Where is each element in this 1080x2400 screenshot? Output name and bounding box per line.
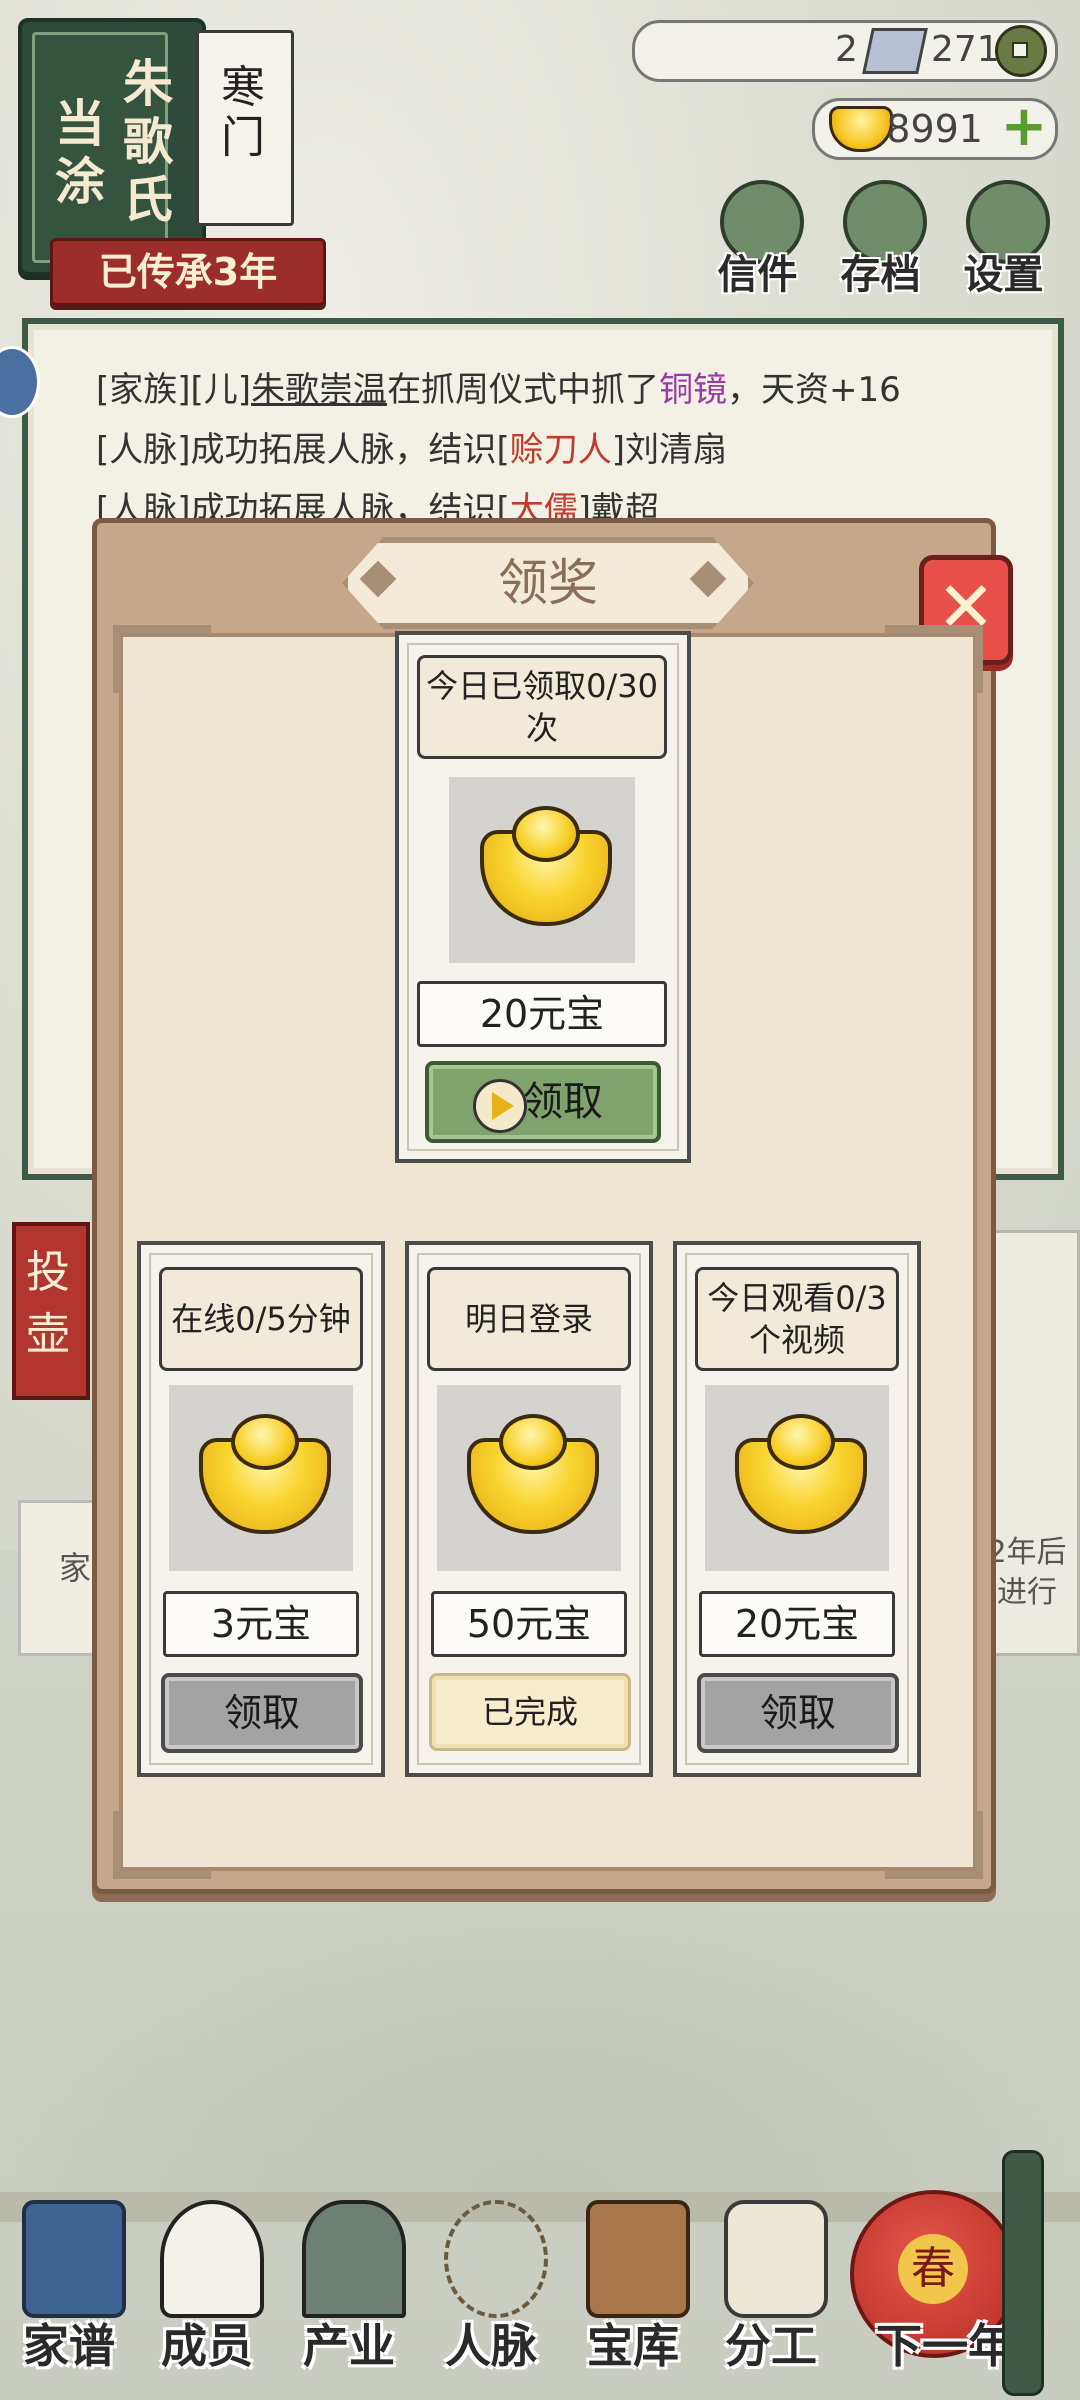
gold-ingot-icon (199, 1414, 331, 1534)
dialog-title-plaque: 领奖 (342, 537, 754, 629)
reward-image (705, 1385, 889, 1571)
scroll-icon (724, 2200, 828, 2318)
online-claim-button[interactable]: 领取 (161, 1673, 363, 1753)
gold-ingot-icon (467, 1414, 599, 1534)
coin-icon (995, 25, 1047, 77)
nav-label: 产业 (303, 2319, 395, 2373)
save-label: 存档 (840, 252, 921, 298)
currency-bar: 2 271 (632, 20, 1058, 82)
inheritance-years: 已传承3年 (98, 250, 278, 294)
gold-ingot-icon (735, 1414, 867, 1534)
log-text: [人脉]成功拓展人脉，结识[ (96, 430, 510, 470)
log-text: 在抓周仪式中抓了 (387, 370, 660, 410)
reward-image (437, 1385, 621, 1571)
online-reward-card: 在线0/5分钟 3元宝 领取 (137, 1241, 385, 1777)
reward-dialog: 领奖 ✕ 今日已领取0/30次 20元宝 领取 在线0/5分钟 3元宝 领取 明… (92, 518, 1013, 1894)
save-button[interactable]: 存档 (823, 180, 938, 300)
nav-members[interactable]: 成员 (142, 2200, 272, 2373)
item-highlight: 铜镜 (659, 370, 728, 410)
play-video-icon (473, 1079, 527, 1133)
gold-count: 8991 (886, 107, 983, 151)
treasure-box-icon (586, 2200, 690, 2318)
clan-book-cover: 当涂 朱歌氏 (32, 32, 173, 263)
clan-name-left: 当涂 (55, 95, 105, 211)
online-reward-amount: 3元宝 (163, 1591, 359, 1657)
login-reward-card: 明日登录 50元宝 已完成 (405, 1241, 653, 1777)
nav-network[interactable]: 人脉 (426, 2200, 556, 2373)
nav-genealogy[interactable]: 家谱 (4, 2200, 134, 2373)
reward-image (169, 1385, 353, 1571)
online-reward-label: 在线0/5分钟 (159, 1267, 363, 1371)
frame-corner (113, 625, 211, 693)
watch-videos-reward-amount: 20元宝 (699, 1591, 895, 1657)
watch-videos-reward-label: 今日观看0/3个视频 (695, 1267, 899, 1371)
nav-label: 家谱 (23, 2319, 115, 2373)
coin-count: 271 (931, 29, 1000, 70)
watch-videos-reward-card: 今日观看0/3个视频 20元宝 领取 (673, 1241, 921, 1777)
log-text: ]刘清扇 (611, 430, 728, 470)
watch-videos-claim-button[interactable]: 领取 (697, 1673, 899, 1753)
building-icon (302, 2200, 406, 2318)
settings-label: 设置 (963, 252, 1044, 298)
nav-division[interactable]: 分工 (706, 2200, 836, 2373)
nav-label: 人脉 (445, 2319, 537, 2373)
frame-corner (885, 1811, 983, 1879)
gold-ingot-icon (480, 806, 612, 926)
login-reward-amount: 50元宝 (431, 1591, 627, 1657)
nav-label: 成员 (161, 2319, 253, 2373)
video-reward-amount: 20元宝 (417, 981, 667, 1047)
member-icon (160, 2200, 264, 2318)
touhu-label: 投壶 (26, 1247, 70, 1360)
add-gold-button[interactable]: + (999, 99, 1049, 155)
nav-industry[interactable]: 产业 (284, 2200, 414, 2373)
clan-name-right: 朱歌氏 (123, 55, 173, 229)
log-line: [人脉]成功拓展人脉，结识[赊刀人]刘清扇 (96, 422, 727, 471)
video-reward-label: 今日已领取0/30次 (417, 655, 667, 759)
letters-label: 信件 (717, 252, 798, 298)
gold-bar: 8991 + (812, 98, 1058, 160)
scroll-rod (1002, 2150, 1044, 2396)
person-link[interactable]: 朱歌崇温 (251, 370, 387, 410)
background-card-left-text: 家 (59, 1549, 92, 1587)
watch-video-claim-button[interactable]: 领取 (425, 1061, 661, 1143)
inheritance-banner: 已传承3年 (50, 238, 326, 306)
reward-image (449, 777, 635, 963)
frame-corner (113, 1811, 211, 1879)
settings-button[interactable]: 设置 (946, 180, 1061, 300)
nav-label: 分工 (725, 2319, 817, 2373)
login-completed-badge: 已完成 (429, 1673, 631, 1751)
background-mountain (0, 1880, 1080, 2200)
ticket-icon (862, 28, 928, 74)
role-highlight: 赊刀人 (509, 430, 612, 470)
clan-rank: 寒门 (221, 62, 265, 163)
dialog-body: 今日已领取0/30次 20元宝 领取 在线0/5分钟 3元宝 领取 明日登录 5… (113, 625, 983, 1879)
log-line: [家族][儿]朱歌崇温在抓周仪式中抓了铜镜，天资+16 (96, 362, 901, 411)
clan-rank-tag: 寒门 (196, 30, 294, 226)
log-text: ，天资+16 (727, 370, 901, 410)
letters-button[interactable]: 信件 (700, 180, 815, 300)
login-reward-label: 明日登录 (427, 1267, 631, 1371)
log-text: [家族][儿] (96, 370, 252, 410)
dialog-title: 领奖 (498, 554, 598, 612)
nav-label: 宝库 (587, 2319, 679, 2373)
frame-corner (885, 625, 983, 693)
genealogy-book-icon (22, 2200, 126, 2318)
network-icon (444, 2200, 548, 2318)
ticket-count: 2 (835, 29, 858, 70)
gold-ingot-icon (829, 106, 893, 152)
touhu-sign[interactable]: 投壶 (12, 1222, 90, 1400)
video-reward-card: 今日已领取0/30次 20元宝 领取 (395, 631, 691, 1163)
nav-treasury[interactable]: 宝库 (568, 2200, 698, 2373)
